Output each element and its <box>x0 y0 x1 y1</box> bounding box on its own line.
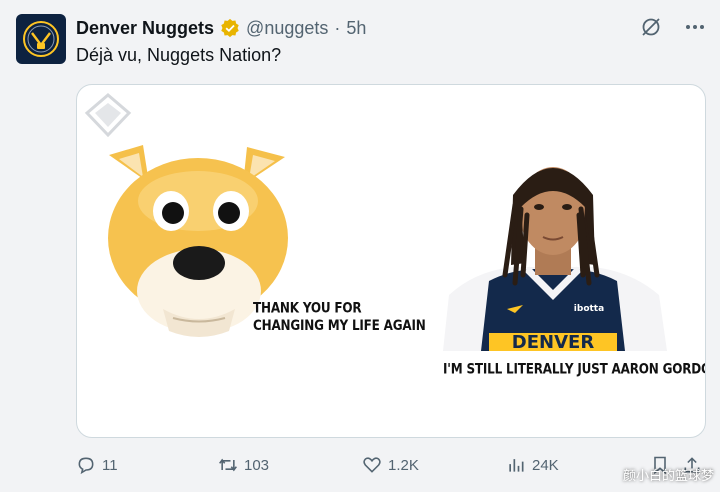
post-time[interactable]: 5h <box>346 18 366 39</box>
jersey-sponsor: ibotta <box>574 304 604 314</box>
verified-icon <box>220 18 240 38</box>
post-header: Denver Nuggets @nuggets · 5h <box>76 16 366 40</box>
grok-icon[interactable] <box>640 16 662 38</box>
repost-button[interactable]: 103 <box>218 455 269 475</box>
reply-button[interactable]: 11 <box>76 455 118 475</box>
reply-icon <box>78 457 94 475</box>
player-image: DENVER ibotta <box>443 167 667 351</box>
more-icon[interactable] <box>684 16 706 38</box>
repost-count: 103 <box>244 456 270 474</box>
caption-left-line1: THANK YOU FOR <box>253 300 362 317</box>
nuggets-logo-icon <box>23 21 59 57</box>
caption-left: THANK YOU FOR CHANGING MY LIFE AGAIN <box>253 300 426 335</box>
views-icon <box>509 459 524 472</box>
author-handle[interactable]: @nuggets <box>246 18 328 39</box>
repost-icon <box>219 458 237 472</box>
post-media[interactable]: THANK YOU FOR CHANGING MY LIFE AGAIN DEN… <box>76 84 706 438</box>
post-top-actions <box>640 16 706 38</box>
caption-right: I'M STILL LITERALLY JUST AARON GORDON <box>443 361 706 378</box>
like-count: 1.2K <box>388 456 419 474</box>
reply-count: 11 <box>102 456 118 474</box>
post-action-bar: 11 103 1.2K 24K <box>76 455 708 479</box>
like-button[interactable]: 1.2K <box>362 455 419 475</box>
post-text: Déjà vu, Nuggets Nation? <box>76 45 282 65</box>
author-name[interactable]: Denver Nuggets <box>76 18 214 39</box>
views-button[interactable]: 24K <box>506 455 559 475</box>
avatar[interactable] <box>16 14 66 64</box>
jersey-text: DENVER <box>512 332 595 351</box>
like-icon <box>363 457 381 473</box>
caption-left-line2: CHANGING MY LIFE AGAIN <box>253 317 426 334</box>
site-watermark: 颜小白的篮球梦 <box>622 468 714 483</box>
watermark-logo-icon <box>84 93 132 137</box>
views-count: 24K <box>532 456 559 474</box>
separator-dot: · <box>334 17 341 38</box>
